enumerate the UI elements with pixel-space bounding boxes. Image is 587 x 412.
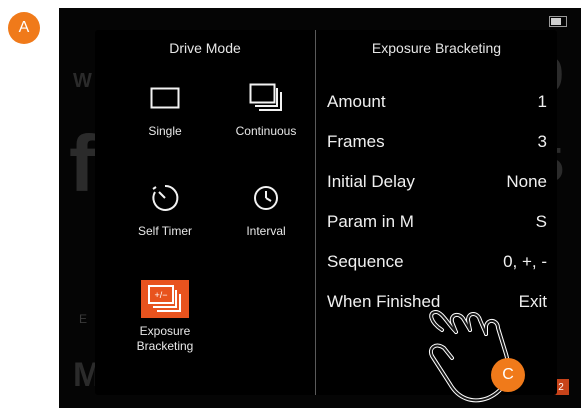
background-ev-glyph: E bbox=[79, 312, 88, 326]
tap-hand-icon bbox=[429, 310, 511, 403]
setting-row-frames[interactable]: Frames 3 bbox=[327, 128, 547, 156]
setting-row-sequence[interactable]: Sequence 0, +, - bbox=[327, 248, 547, 276]
interval-clock-icon bbox=[216, 178, 316, 218]
setting-label: Amount bbox=[327, 92, 386, 111]
mode-interval[interactable]: Interval bbox=[216, 178, 316, 239]
mode-self-timer[interactable]: Self Timer bbox=[115, 178, 215, 239]
single-frame-icon bbox=[115, 78, 215, 118]
setting-label: Param in M bbox=[327, 212, 414, 231]
continuous-frames-icon bbox=[216, 78, 316, 118]
mode-label: Exposure Bracketing bbox=[136, 324, 194, 353]
annotation-badge-a: A bbox=[8, 12, 40, 44]
mode-label: Single bbox=[148, 124, 182, 138]
background-shooting-info: W bbox=[73, 70, 92, 92]
setting-value: 3 bbox=[537, 132, 547, 151]
battery-icon bbox=[549, 16, 567, 27]
mode-continuous[interactable]: Continuous bbox=[216, 78, 316, 139]
setting-row-param-in-m[interactable]: Param in M S bbox=[327, 208, 547, 236]
setting-row-amount[interactable]: Amount 1 bbox=[327, 88, 547, 116]
setting-value: 0, +, - bbox=[503, 252, 547, 271]
setting-label: Initial Delay bbox=[327, 172, 415, 191]
setting-value: S bbox=[535, 212, 547, 231]
self-timer-icon bbox=[115, 178, 215, 218]
annotation-badge-c: C bbox=[491, 358, 525, 392]
exposure-bracketing-icon: +/− bbox=[141, 280, 189, 318]
setting-value: None bbox=[506, 172, 547, 191]
drive-mode-title: Drive Mode bbox=[169, 40, 241, 56]
setting-row-initial-delay[interactable]: Initial Delay None bbox=[327, 168, 547, 196]
mode-label: Continuous bbox=[235, 124, 297, 138]
mode-label: Interval bbox=[246, 224, 286, 238]
setting-label: Frames bbox=[327, 132, 385, 151]
mode-single[interactable]: Single bbox=[115, 78, 215, 139]
svg-text:+/−: +/− bbox=[154, 290, 167, 300]
setting-label: Sequence bbox=[327, 252, 404, 271]
exposure-bracketing-title: Exposure Bracketing bbox=[371, 40, 502, 56]
mode-exposure-bracketing[interactable]: +/− Exposure Bracketing bbox=[115, 280, 215, 354]
background-aperture-glyph: f bbox=[69, 119, 96, 208]
setting-value: 1 bbox=[537, 92, 547, 111]
camera-screen: W f 0 5 E M 2 Drive Mode Single Continuo… bbox=[59, 8, 581, 408]
mode-label: Self Timer bbox=[137, 224, 192, 238]
